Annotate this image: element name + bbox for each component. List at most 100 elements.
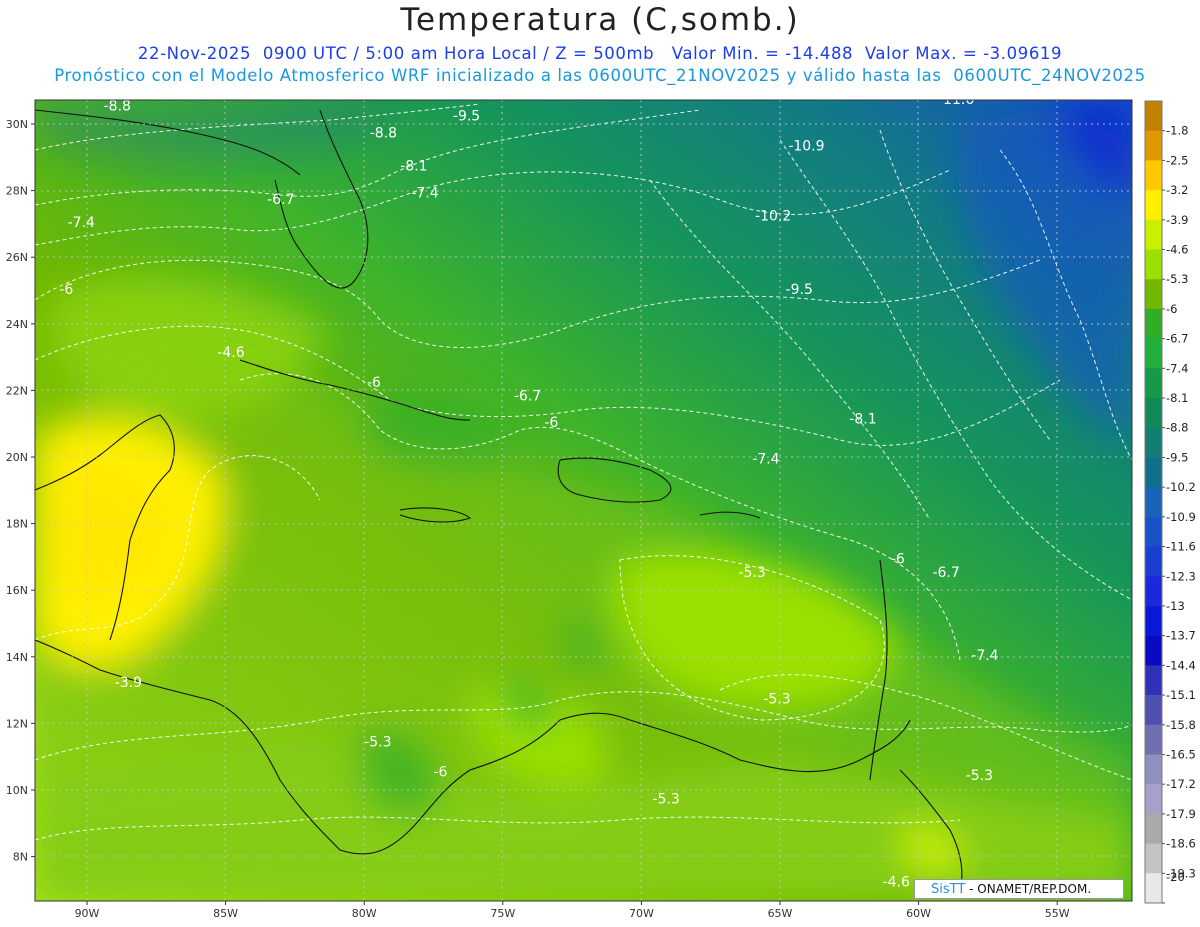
legend-swatch: [1145, 160, 1162, 191]
legend-label: -3.9: [1166, 213, 1188, 227]
contour-label: -6.7: [932, 565, 959, 581]
contour-label: -5.3: [763, 691, 790, 707]
legend-label: -11.6: [1166, 540, 1196, 554]
legend-label: -5.3: [1166, 272, 1188, 286]
legend-swatch: [1145, 546, 1162, 577]
contour-label: -6: [59, 282, 73, 298]
legend-swatch: [1145, 219, 1162, 251]
lat-label: 20N: [6, 451, 28, 464]
contour-label: -10.9: [788, 139, 824, 155]
lon-label: 55W: [1045, 907, 1070, 920]
legend-label: -1.8: [1166, 124, 1188, 138]
legend-swatch: [1145, 635, 1162, 666]
legend-label: -17.2: [1166, 777, 1196, 791]
legend-swatch: [1145, 457, 1162, 488]
contour-label: -8.1: [849, 412, 876, 428]
legend-swatch: [1145, 516, 1162, 548]
legend-swatch: [1145, 279, 1162, 310]
legend-swatch: [1145, 101, 1162, 132]
legend-label: -3.2: [1166, 183, 1188, 197]
contour-label: -5.3: [364, 735, 391, 751]
legend-swatch: [1145, 813, 1162, 845]
legend-label: -14.4: [1166, 658, 1196, 672]
legend-label: -12.3: [1166, 569, 1196, 583]
lat-label: 14N: [6, 651, 28, 664]
legend-label: -6.7: [1166, 332, 1188, 346]
legend-label: -4.6: [1166, 243, 1188, 257]
legend-swatch: [1145, 576, 1162, 607]
contour-label: -4.6: [883, 875, 910, 891]
legend-label: -18.6: [1166, 837, 1196, 851]
legend-label: -8.1: [1166, 391, 1188, 405]
lat-label: 30N: [6, 118, 28, 131]
legend-label: -13.7: [1166, 629, 1196, 643]
valid-time-line: 22-Nov-2025 0900 UTC / 5:00 am Hora Loca…: [137, 44, 1063, 63]
legend-label: -9.5: [1166, 450, 1188, 464]
legend-label: -15.8: [1166, 718, 1196, 732]
legend-swatch: [1145, 784, 1162, 815]
legend-swatch: [1145, 249, 1162, 280]
credit-text: - ONAMET/REP.DOM.: [969, 882, 1092, 896]
contour-label: -7.4: [752, 452, 779, 468]
legend-label: -10.2: [1166, 480, 1196, 494]
lat-label: 24N: [6, 318, 28, 331]
lon-label: 60W: [906, 907, 931, 920]
credit-box: SisTT - ONAMET/REP.DOM.: [914, 879, 1124, 899]
legend-label: -20: [1166, 870, 1185, 884]
lat-label: 18N: [6, 518, 28, 531]
legend-swatch: [1145, 754, 1162, 785]
legend-swatch: [1145, 368, 1162, 399]
weather-map: -8.8-9.5-11.6-8.8-10.9-8.1-7.4-6.7-10.2-…: [6, 99, 1196, 920]
map-title: Temperatura (C,somb.): [400, 2, 800, 38]
contour-label: -5.3: [652, 791, 679, 807]
longitude-axis: 90W 85W 80W 75W 70W 65W 60W 55W: [75, 901, 1070, 920]
lon-label: 80W: [352, 907, 377, 920]
contour-label: -7.4: [68, 215, 95, 231]
legend-swatch: [1145, 398, 1162, 429]
latitude-axis: 30N 28N 26N 24N 22N 20N 18N 16N 14N 12N 10N 8N: [6, 118, 35, 864]
legend-swatch: [1145, 843, 1162, 874]
lat-label: 26N: [6, 251, 28, 264]
lon-label: 65W: [768, 907, 793, 920]
contour-label: -6: [367, 375, 381, 391]
legend-swatch: [1145, 605, 1162, 637]
legend-label: -16.5: [1166, 747, 1196, 761]
legend-swatch: [1145, 724, 1162, 755]
color-legend: -1.8 -2.5 -3.2 -3.9 -4.6 -5.3 -6 -6.7 -7.4 -8.1 -8…: [1144, 100, 1196, 904]
contour-label: -6.7: [514, 388, 541, 404]
contour-label: -5.3: [738, 565, 765, 581]
legend-swatch: [1145, 338, 1162, 369]
legend-label: -17.9: [1166, 807, 1196, 821]
contour-label: -10.2: [755, 209, 791, 225]
legend-swatch: [1145, 695, 1162, 726]
contour-label: -6: [891, 552, 905, 568]
contour-label: -9.5: [453, 109, 480, 125]
lat-label: 8N: [13, 851, 28, 864]
lon-label: 90W: [75, 907, 100, 920]
legend-swatch: [1145, 873, 1162, 904]
sistt-logo: SisTT: [931, 882, 966, 897]
legend-label: -7.4: [1166, 361, 1188, 375]
contour-label: -4.6: [217, 345, 244, 361]
lon-label: 70W: [629, 907, 654, 920]
legend-label: -6: [1166, 302, 1177, 316]
model-run-line: Pronóstico con el Modelo Atmosferico WRF…: [54, 66, 1146, 85]
temperature-field: -8.8-9.5-11.6-8.8-10.9-8.1-7.4-6.7-10.2-…: [35, 99, 1132, 901]
contour-label: -7.4: [971, 648, 998, 664]
lon-label: 85W: [213, 907, 238, 920]
legend-swatch: [1145, 190, 1162, 221]
legend-label: -13: [1166, 599, 1185, 613]
contour-label: -6: [544, 415, 558, 431]
contour-label: -9.5: [786, 282, 813, 298]
lat-label: 10N: [6, 784, 28, 797]
legend-swatch: [1145, 130, 1162, 161]
legend-label: -2.5: [1166, 153, 1188, 167]
contour-label: -6.7: [267, 192, 294, 208]
lat-label: 28N: [6, 185, 28, 198]
contour-label: -8.8: [370, 125, 397, 141]
legend-swatch: [1145, 487, 1162, 518]
contour-label: -8.1: [400, 159, 427, 175]
legend-swatch: [1145, 427, 1162, 458]
contour-label: -8.8: [104, 99, 131, 115]
legend-label: -8.8: [1166, 421, 1188, 435]
